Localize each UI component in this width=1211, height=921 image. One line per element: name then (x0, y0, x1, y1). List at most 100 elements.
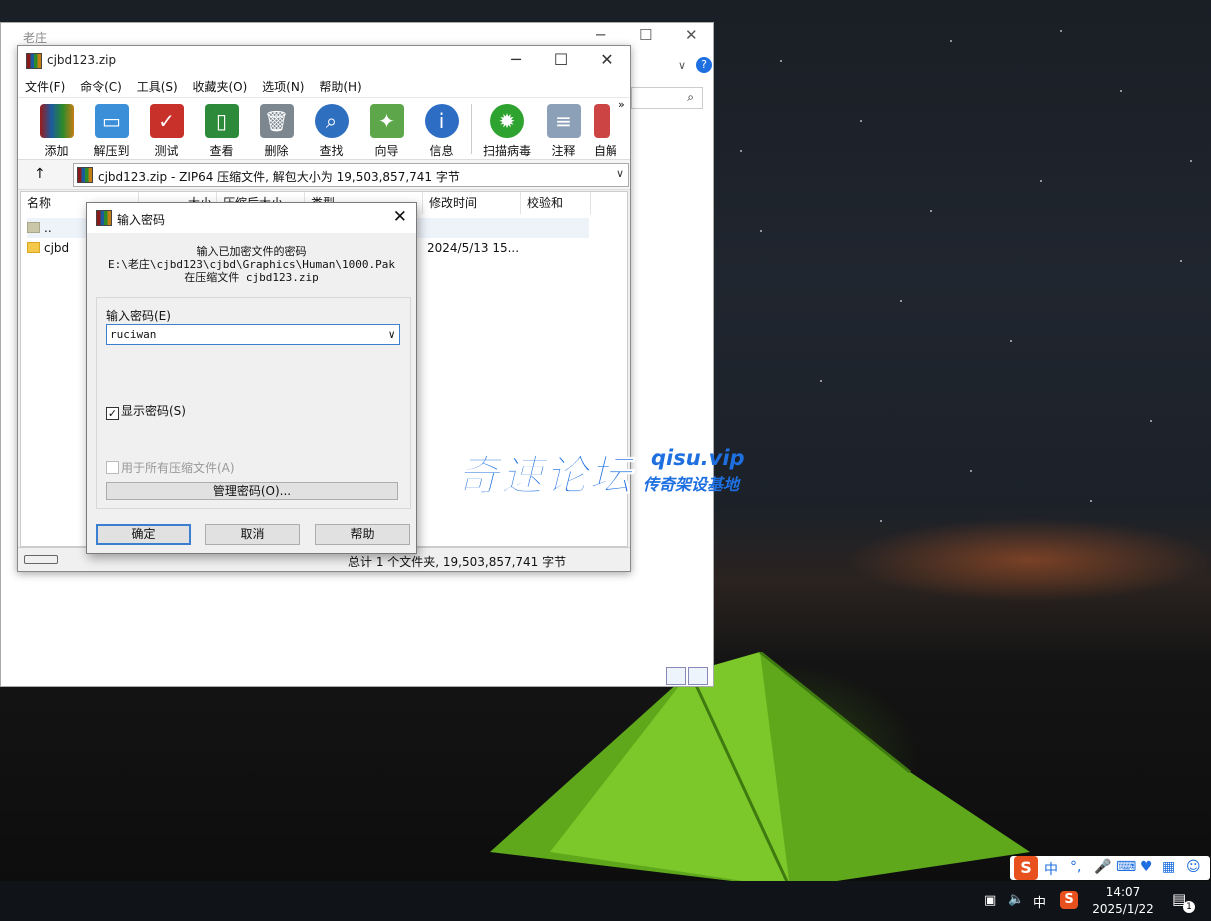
all-archives-checkbox[interactable]: 用于所有压缩文件(A) (106, 459, 235, 476)
comment-button[interactable]: ≡ 注释 (536, 104, 591, 159)
organize-passwords-button[interactable]: 管理密码(O)... (106, 482, 398, 500)
watermark-text: 奇速论坛 (456, 451, 634, 501)
sfx-button[interactable]: 自解 (594, 104, 616, 159)
parent-folder-icon (27, 222, 40, 233)
view-toggle[interactable] (666, 667, 710, 688)
toolbar: 添加 ▭ 解压到 ✓ 测试 ▯ 查看 🗑 删除 ⌕ 查找 ✦ 向导 i 信息 ✹ 扫描病毒 ≡ 注… (18, 98, 630, 160)
info-button[interactable]: i 信息 (414, 104, 469, 159)
status-text: 总计 1 个文件夹, 19,503,857,741 字节 (348, 555, 567, 569)
taskbar-ime[interactable]: 中 (1033, 892, 1046, 911)
show-password-checkbox[interactable]: ✓ 显示密码(S) (106, 402, 186, 420)
toolbar-divider (471, 104, 472, 154)
sfx-icon (594, 104, 610, 138)
ime-mode[interactable]: 中 (1044, 859, 1058, 879)
menu-favorites[interactable]: 收藏夹(O) (193, 76, 248, 98)
password-group: 输入密码(E) ruciwan ∨ ✓ 显示密码(S) 用于所有压缩文件(A) 管… (96, 297, 411, 509)
scan-virus-button[interactable]: ✹ 扫描病毒 (477, 104, 537, 159)
folder-icon: ▭ (94, 104, 129, 138)
password-label: 输入密码(E) (106, 309, 171, 323)
volume-icon[interactable]: 🔈 (1008, 892, 1024, 907)
notification-count: 1 (1183, 901, 1195, 913)
winrar-icon (96, 210, 112, 226)
close-button[interactable]: ✕ (587, 50, 627, 69)
up-arrow-icon[interactable]: ↑ (34, 166, 46, 182)
book-icon: ▯ (204, 104, 239, 138)
add-button[interactable]: 添加 (29, 104, 84, 159)
title-bar: cjbd123.zip ─ ☐ ✕ (18, 46, 630, 76)
menu-file[interactable]: 文件(F) (25, 76, 65, 98)
avatar-icon[interactable]: ☺ (1186, 859, 1201, 875)
virus-scan-icon: ✹ (490, 104, 524, 138)
checkbox-icon[interactable] (106, 461, 119, 474)
chevron-down-icon[interactable]: ∨ (388, 325, 395, 344)
delete-button[interactable]: 🗑 删除 (249, 104, 304, 159)
search-icon: ⌕ (687, 90, 694, 104)
ime-toolbar: S 中 °, 🎤 ⌨ ♥ ▦ ☺ (1010, 856, 1210, 880)
path-dropdown[interactable]: cjbd123.zip - ZIP64 压缩文件, 解包大小为 19,503,8… (73, 163, 629, 187)
password-input[interactable]: ruciwan ∨ (106, 324, 400, 345)
path-bar: ↑ cjbd123.zip - ZIP64 压缩文件, 解包大小为 19,503… (18, 160, 630, 190)
sogou-logo-icon[interactable]: S (1014, 856, 1038, 880)
skin-icon[interactable]: ♥ (1140, 859, 1153, 875)
menu-help[interactable]: 帮助(H) (319, 76, 361, 98)
watermark-slogan: 传奇架设基地 (643, 475, 740, 494)
winrar-icon (26, 53, 42, 69)
folder-icon (27, 242, 40, 253)
menu-options[interactable]: 选项(N) (262, 76, 304, 98)
maximize-button[interactable]: ☐ (541, 50, 581, 69)
info-icon: i (424, 104, 459, 138)
minimize-button[interactable]: ─ (496, 50, 536, 69)
glowing-tent (490, 652, 1030, 889)
toolbar-overflow-icon[interactable]: » (618, 98, 625, 111)
dialog-info: 输入已加密文件的密码 E:\老庄\cjbd123\cjbd\Graphics\H… (108, 245, 395, 284)
keyboard-icon[interactable]: ⌨ (1116, 859, 1136, 875)
watermark-url: qisu.vip (651, 446, 745, 470)
path-text: cjbd123.zip - ZIP64 压缩文件, 解包大小为 19,503,8… (98, 170, 460, 184)
archive-books-icon (39, 104, 74, 138)
comment-icon: ≡ (546, 104, 581, 138)
dialog-title: 输入密码 (117, 213, 166, 227)
dialog-title-bar: 输入密码 ✕ (87, 203, 416, 233)
punctuation-icon[interactable]: °, (1070, 859, 1081, 875)
extract-to-button[interactable]: ▭ 解压到 (84, 104, 139, 159)
password-dialog: 输入密码 ✕ 输入已加密文件的密码 E:\老庄\cjbd123\cjbd\Gra… (86, 202, 417, 554)
microphone-icon[interactable]: 🎤 (1094, 859, 1111, 875)
close-button[interactable]: ✕ (685, 26, 698, 44)
network-icon[interactable]: ▣ (984, 893, 996, 908)
maximize-button[interactable]: ☐ (639, 26, 652, 44)
clipboard-check-icon: ✓ (149, 104, 184, 138)
view-button[interactable]: ▯ 查看 (194, 104, 249, 159)
large-icons-view-icon[interactable] (688, 667, 708, 685)
help-icon[interactable]: ? (696, 57, 712, 73)
menu-commands[interactable]: 命令(C) (80, 76, 122, 98)
cancel-button[interactable]: 取消 (205, 524, 300, 545)
window-title: cjbd123.zip (47, 53, 117, 67)
column-crc[interactable]: 校验和 (521, 192, 591, 214)
menu-bar: 文件(F) 命令(C) 工具(S) 收藏夹(O) 选项(N) 帮助(H) (18, 76, 630, 98)
explorer-title: 老庄 (23, 31, 48, 45)
menu-tools[interactable]: 工具(S) (137, 76, 178, 98)
checkbox-checked-icon[interactable]: ✓ (106, 407, 119, 420)
site-watermark: 奇速论坛 qisu.vip 传奇架设基地 (456, 440, 757, 501)
ok-button[interactable]: 确定 (96, 524, 191, 545)
help-button[interactable]: 帮助 (315, 524, 410, 545)
taskbar: ▣ 🔈 中 S 14:07 2025/1/22 ▤ 1 (0, 881, 1211, 921)
magnifier-icon: ⌕ (314, 104, 349, 138)
clock[interactable]: 14:07 2025/1/22 (1088, 884, 1158, 918)
chevron-down-icon[interactable]: ∨ (616, 167, 624, 180)
sogou-tray-icon[interactable]: S (1060, 891, 1078, 909)
trash-icon: 🗑 (259, 104, 294, 138)
toolbox-icon[interactable]: ▦ (1162, 859, 1175, 875)
find-button[interactable]: ⌕ 查找 (304, 104, 359, 159)
drive-icon (24, 555, 58, 564)
minimize-button[interactable]: ─ (596, 26, 605, 44)
search-box[interactable]: ⌕ (631, 87, 703, 109)
column-modified[interactable]: 修改时间 (423, 192, 521, 214)
chevron-down-icon[interactable]: ∨ (678, 59, 686, 72)
wizard-button[interactable]: ✦ 向导 (359, 104, 414, 159)
details-view-icon[interactable] (666, 667, 686, 685)
close-button[interactable]: ✕ (393, 207, 407, 227)
magic-wand-icon: ✦ (369, 104, 404, 138)
zip-icon (77, 167, 93, 183)
test-button[interactable]: ✓ 测试 (139, 104, 194, 159)
